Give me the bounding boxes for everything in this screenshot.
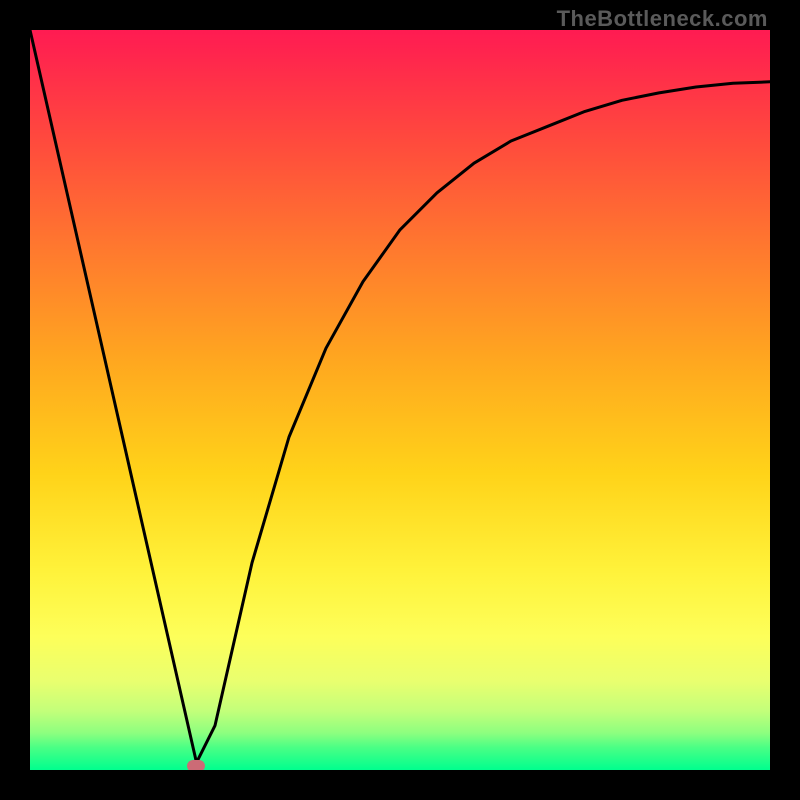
watermark-text: TheBottleneck.com [557, 6, 768, 32]
bottleneck-curve-path [30, 30, 770, 763]
curve-svg [30, 30, 770, 770]
chart-frame: TheBottleneck.com [0, 0, 800, 800]
min-marker [187, 760, 205, 770]
plot-area [30, 30, 770, 770]
